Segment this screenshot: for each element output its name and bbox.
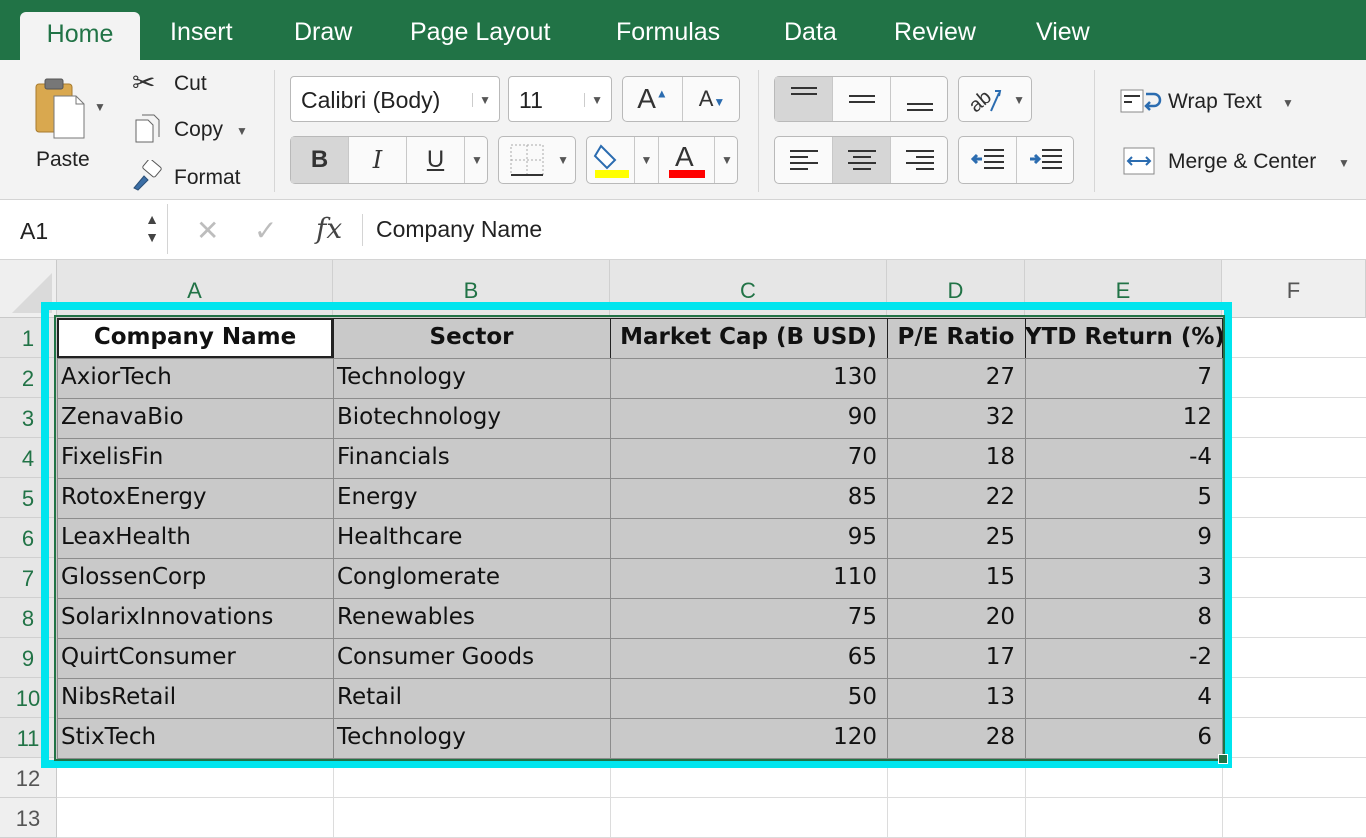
formula-input[interactable]: Company Name xyxy=(376,216,542,243)
scissors-icon: ✂ xyxy=(132,67,156,98)
tab-review[interactable]: Review xyxy=(894,18,976,47)
copy-label: Copy xyxy=(174,118,224,141)
bold-button[interactable]: B xyxy=(291,137,349,183)
cancel-icon[interactable]: ✕ xyxy=(196,214,219,247)
middle-align-button[interactable] xyxy=(833,77,891,121)
paste-button[interactable]: ▼ Paste xyxy=(22,72,112,188)
merge-center-button[interactable]: Merge & Center ▼ xyxy=(1120,144,1356,180)
borders-icon xyxy=(510,144,544,176)
ribbon-separator xyxy=(758,70,759,192)
wrap-text-label: Wrap Text xyxy=(1168,90,1262,113)
decrease-indent-button[interactable] xyxy=(959,137,1017,183)
merge-center-label: Merge & Center xyxy=(1168,150,1317,173)
column-header-f[interactable]: F xyxy=(1222,260,1366,318)
tab-insert[interactable]: Insert xyxy=(170,18,233,47)
color-group: ▼ A ▼ xyxy=(586,136,738,184)
middle-align-icon xyxy=(848,95,875,103)
italic-button[interactable]: I xyxy=(349,137,407,183)
bold-icon: B xyxy=(310,146,329,173)
font-size-select[interactable]: 11 ▼ xyxy=(508,76,612,122)
underline-icon: U xyxy=(426,146,445,173)
wrap-text-icon xyxy=(1120,89,1162,113)
fill-color-swatch xyxy=(594,170,629,178)
copy-icon xyxy=(135,114,160,143)
paint-bucket-icon xyxy=(593,144,629,178)
format-painter-icon xyxy=(133,160,162,191)
formula-bar: A1 ▲ ▼ ✕ ✓ fx Company Name xyxy=(0,200,1366,260)
tab-draw[interactable]: Draw xyxy=(294,18,352,47)
top-align-icon xyxy=(790,87,817,95)
ribbon-home: ▼ Paste ✂ Cut Copy ▼ Format Calibri (Bod… xyxy=(0,60,1366,200)
borders-button[interactable]: ▼ xyxy=(498,136,576,184)
formula-separator xyxy=(362,214,363,246)
clipboard-icon xyxy=(35,78,85,139)
grid-line xyxy=(57,797,1366,798)
increase-font-icon: A▲ xyxy=(637,83,668,114)
decrease-indent-icon xyxy=(970,149,1004,169)
italic-icon: I xyxy=(372,146,383,174)
cut-button[interactable]: ✂ Cut xyxy=(130,67,250,102)
font-size-step-group: A▲ A▼ xyxy=(622,76,740,122)
font-color-button[interactable]: A xyxy=(659,137,715,183)
bottom-align-button[interactable] xyxy=(891,77,949,121)
selection-range-border xyxy=(54,315,1225,761)
tab-formulas[interactable]: Formulas xyxy=(616,18,720,47)
increase-indent-button[interactable] xyxy=(1017,137,1075,183)
decrease-font-icon: A▼ xyxy=(698,86,726,111)
format-label: Format xyxy=(174,166,241,189)
ribbon-separator xyxy=(1094,70,1095,192)
cut-label: Cut xyxy=(174,72,207,95)
tab-home[interactable]: Home xyxy=(20,12,140,60)
format-painter-button[interactable]: Format xyxy=(130,160,260,194)
tab-page-layout[interactable]: Page Layout xyxy=(410,18,550,47)
ribbon-tab-bar: Home Insert Draw Page Layout Formulas Da… xyxy=(0,0,1366,60)
align-left-icon xyxy=(789,150,818,170)
align-left-button[interactable] xyxy=(775,137,833,183)
name-box-value: A1 xyxy=(20,218,49,244)
align-right-button[interactable] xyxy=(891,137,949,183)
increase-indent-icon xyxy=(1030,149,1062,169)
fill-handle[interactable] xyxy=(1218,754,1228,764)
insert-function-icon[interactable]: fx xyxy=(316,212,342,245)
underline-button[interactable]: U xyxy=(407,137,465,183)
font-name-select[interactable]: Calibri (Body) ▼ xyxy=(290,76,500,122)
paste-label: Paste xyxy=(36,148,90,171)
fill-color-dropdown[interactable]: ▼ xyxy=(635,137,659,183)
name-box[interactable]: A1 ▲ ▼ xyxy=(2,204,168,254)
merge-center-icon xyxy=(1123,147,1155,175)
font-color-swatch xyxy=(668,170,705,178)
fill-color-button[interactable] xyxy=(587,137,635,183)
svg-text:ab: ab xyxy=(965,86,996,117)
orientation-button[interactable]: ab ▼ xyxy=(958,76,1032,122)
font-color-icon: A xyxy=(668,141,705,178)
tab-data[interactable]: Data xyxy=(784,18,837,47)
svg-text:A: A xyxy=(675,141,694,172)
underline-dropdown[interactable]: ▼ xyxy=(465,137,489,183)
font-color-dropdown[interactable]: ▼ xyxy=(715,137,739,183)
font-style-group: B I U ▼ xyxy=(290,136,488,184)
name-box-stepper-icon[interactable]: ▲ ▼ xyxy=(145,210,159,246)
align-right-icon xyxy=(906,150,934,170)
copy-button[interactable]: Copy ▼ xyxy=(130,114,260,148)
bottom-align-icon xyxy=(907,103,933,111)
row-header-13[interactable]: 13 xyxy=(0,798,57,838)
vertical-align-group xyxy=(774,76,948,122)
tab-view[interactable]: View xyxy=(1036,18,1090,47)
top-align-button[interactable] xyxy=(775,77,833,121)
worksheet-grid[interactable]: A B C D E F 1 2 3 4 5 6 7 8 9 10 11 12 13 Company Name Secto… xyxy=(0,260,1366,838)
wrap-text-button[interactable]: Wrap Text ▼ xyxy=(1120,84,1310,120)
font-name-value: Calibri (Body) xyxy=(301,87,441,113)
align-center-button[interactable] xyxy=(833,137,891,183)
enter-icon[interactable]: ✓ xyxy=(254,214,277,247)
horizontal-align-group xyxy=(774,136,948,184)
indent-group xyxy=(958,136,1074,184)
align-center-icon xyxy=(847,150,876,170)
font-size-value: 11 xyxy=(519,87,543,113)
text-orientation-icon: ab xyxy=(965,86,1002,117)
ribbon-separator xyxy=(274,70,275,192)
decrease-font-size-button[interactable]: A▼ xyxy=(683,77,741,121)
increase-font-size-button[interactable]: A▲ xyxy=(623,77,683,121)
